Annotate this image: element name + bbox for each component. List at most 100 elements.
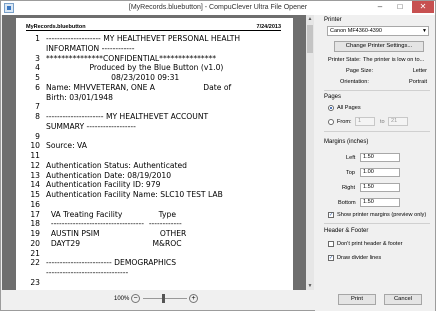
- scrollbar-thumb[interactable]: [307, 25, 313, 53]
- page-size-value: Letter: [412, 68, 427, 74]
- cancel-button[interactable]: Cancel: [384, 294, 422, 305]
- printer-divider: [324, 90, 430, 91]
- document-page: MyRecords.bluebutton 7/24/2013 1 --------…: [16, 18, 293, 290]
- document-line: 4 Produced by the Blue Button (v1.0): [18, 63, 290, 72]
- document-line: 19 AUSTIN PSIM OTHER: [18, 229, 290, 238]
- document-line: 9: [18, 132, 290, 141]
- document-line: 15 Authentication Facility Name: SLC10 TE…: [18, 190, 290, 199]
- scroll-down-icon[interactable]: ▼: [306, 282, 314, 290]
- all-pages-radio[interactable]: [328, 105, 334, 111]
- show-margins-label: Show printer margins (preview only): [337, 212, 427, 218]
- document-line: 12 Authentication Status: Authenticated: [18, 161, 290, 170]
- document-line: 13 Authentication Date: 08/19/2010: [18, 171, 290, 180]
- orientation-label: Orientation:: [340, 79, 369, 85]
- line-text: Produced by the Blue Button (v1.0): [46, 63, 224, 73]
- document-line: ------------------------------: [18, 268, 290, 277]
- bottom-margin-input[interactable]: 1.50: [360, 198, 400, 207]
- line-number: 10: [30, 141, 40, 151]
- printer-state-label: Printer State:: [328, 57, 361, 63]
- top-margin-label: Top: [346, 170, 356, 176]
- show-margins-checkbox[interactable]: ✓: [328, 212, 334, 218]
- line-text: ***************CONFIDENTIAL*************…: [46, 53, 217, 63]
- page-range-radio[interactable]: [328, 119, 334, 125]
- line-number: 19: [30, 229, 40, 238]
- dont-print-header-checkbox[interactable]: [328, 241, 334, 247]
- draw-divider-checkbox[interactable]: ✓: [328, 255, 334, 261]
- document-line: Birth: 03/01/1948: [18, 93, 290, 102]
- line-text: Source: VA: [46, 141, 87, 151]
- margins-divider: [324, 223, 430, 224]
- line-text: INFORMATION ------------: [46, 43, 135, 53]
- bottom-margin-label: Bottom: [338, 200, 356, 206]
- line-number: 5: [35, 73, 40, 82]
- line-number: 9: [35, 131, 40, 141]
- from-page-input[interactable]: 1: [355, 117, 375, 126]
- line-text: Birth: 03/01/1948: [46, 92, 113, 102]
- right-margin-label: Right: [342, 185, 356, 191]
- line-text: Authentication Date: 08/19/2010: [46, 170, 172, 180]
- document-line: 23: [18, 278, 290, 287]
- line-number: 7: [35, 102, 40, 112]
- document-line: 21: [18, 249, 290, 258]
- line-text: Name: MHVVETERAN, ONE A Date of: [46, 82, 232, 92]
- change-printer-settings-button[interactable]: Change Printer Settings...: [334, 41, 424, 52]
- printer-selected-value: Canon MF4360-4390: [330, 28, 382, 34]
- margins-section-title: Margins (inches): [324, 139, 369, 145]
- document-line: 11: [18, 151, 290, 160]
- zoom-slider[interactable]: [143, 298, 187, 299]
- left-margin-input[interactable]: 1.50: [360, 153, 400, 162]
- app-window: [MyRecords.bluebutton] - CompuClever Ult…: [0, 0, 436, 311]
- window-title: [MyRecords.bluebutton] - CompuClever Ult…: [128, 4, 308, 11]
- line-number: 8: [35, 112, 40, 121]
- line-number: 20: [30, 238, 40, 248]
- print-button[interactable]: Print: [338, 294, 376, 305]
- pages-divider: [324, 131, 430, 132]
- zoom-in-button[interactable]: +: [189, 294, 198, 303]
- line-text: Authentication Facility Name: SLC10 TEST…: [46, 190, 223, 199]
- document-line: 18 ---------------------------------- --…: [18, 219, 290, 228]
- all-pages-label: All Pages: [337, 105, 361, 111]
- document-line: 14 Authentication Facility ID: 979: [18, 180, 290, 189]
- line-text: ---------------------------------- -----…: [46, 219, 182, 229]
- header-divider: [26, 30, 281, 31]
- printer-section-title: Printer: [324, 17, 342, 23]
- zoom-bar: 100% − +: [2, 290, 314, 310]
- scroll-up-icon[interactable]: ▲: [306, 15, 314, 23]
- page-size-label: Page Size:: [346, 68, 374, 74]
- line-number: 17: [30, 209, 40, 219]
- document-line: 16: [18, 200, 290, 209]
- line-number: 3: [35, 53, 40, 63]
- line-text: -------------------- MY HEALTHEVET PERSO…: [46, 34, 241, 43]
- printer-select[interactable]: Canon MF4360-4390 ▼: [327, 26, 429, 36]
- line-text: ------------------------ DEMOGRAPHICS: [46, 258, 177, 268]
- line-number: 22: [30, 258, 40, 268]
- zoom-slider-thumb[interactable]: [162, 294, 165, 303]
- preview-pane: MyRecords.bluebutton 7/24/2013 1 --------…: [2, 15, 314, 290]
- dont-print-header-label: Don't print header & footer: [337, 241, 403, 247]
- printer-state-value: The printer is low on to...: [363, 57, 425, 63]
- maximize-button[interactable]: □: [391, 1, 409, 13]
- top-margin-input[interactable]: 1.00: [360, 168, 400, 177]
- line-number: 13: [30, 170, 40, 180]
- document-line: SUMMARY ------------------: [18, 122, 290, 131]
- vertical-scrollbar[interactable]: ▲ ▼: [306, 15, 314, 290]
- right-margin-input[interactable]: 1.50: [360, 183, 400, 192]
- document-line: 17 VA Treating Facility Type: [18, 210, 290, 219]
- line-number: 12: [30, 160, 40, 170]
- line-text: Authentication Status: Authenticated: [46, 160, 187, 170]
- document-line: 7: [18, 102, 290, 111]
- line-text: VA Treating Facility Type: [46, 209, 177, 219]
- document-line: 6 Name: MHVVETERAN, ONE A Date of: [18, 83, 290, 92]
- document-line: 20 DAYT29 M&ROC: [18, 239, 290, 248]
- to-page-input[interactable]: 21: [388, 117, 408, 126]
- document-line: 3 ***************CONFIDENTIAL************…: [18, 54, 290, 63]
- line-number: 11: [30, 151, 40, 160]
- line-number: 14: [30, 180, 40, 190]
- minimize-button[interactable]: –: [371, 1, 389, 13]
- line-number: 21: [30, 248, 40, 258]
- zoom-out-button[interactable]: −: [131, 294, 140, 303]
- pages-section-title: Pages: [324, 94, 342, 100]
- title-bar: [MyRecords.bluebutton] - CompuClever Ult…: [1, 1, 435, 15]
- close-button[interactable]: ✕: [412, 1, 434, 13]
- line-number: 23: [30, 277, 40, 287]
